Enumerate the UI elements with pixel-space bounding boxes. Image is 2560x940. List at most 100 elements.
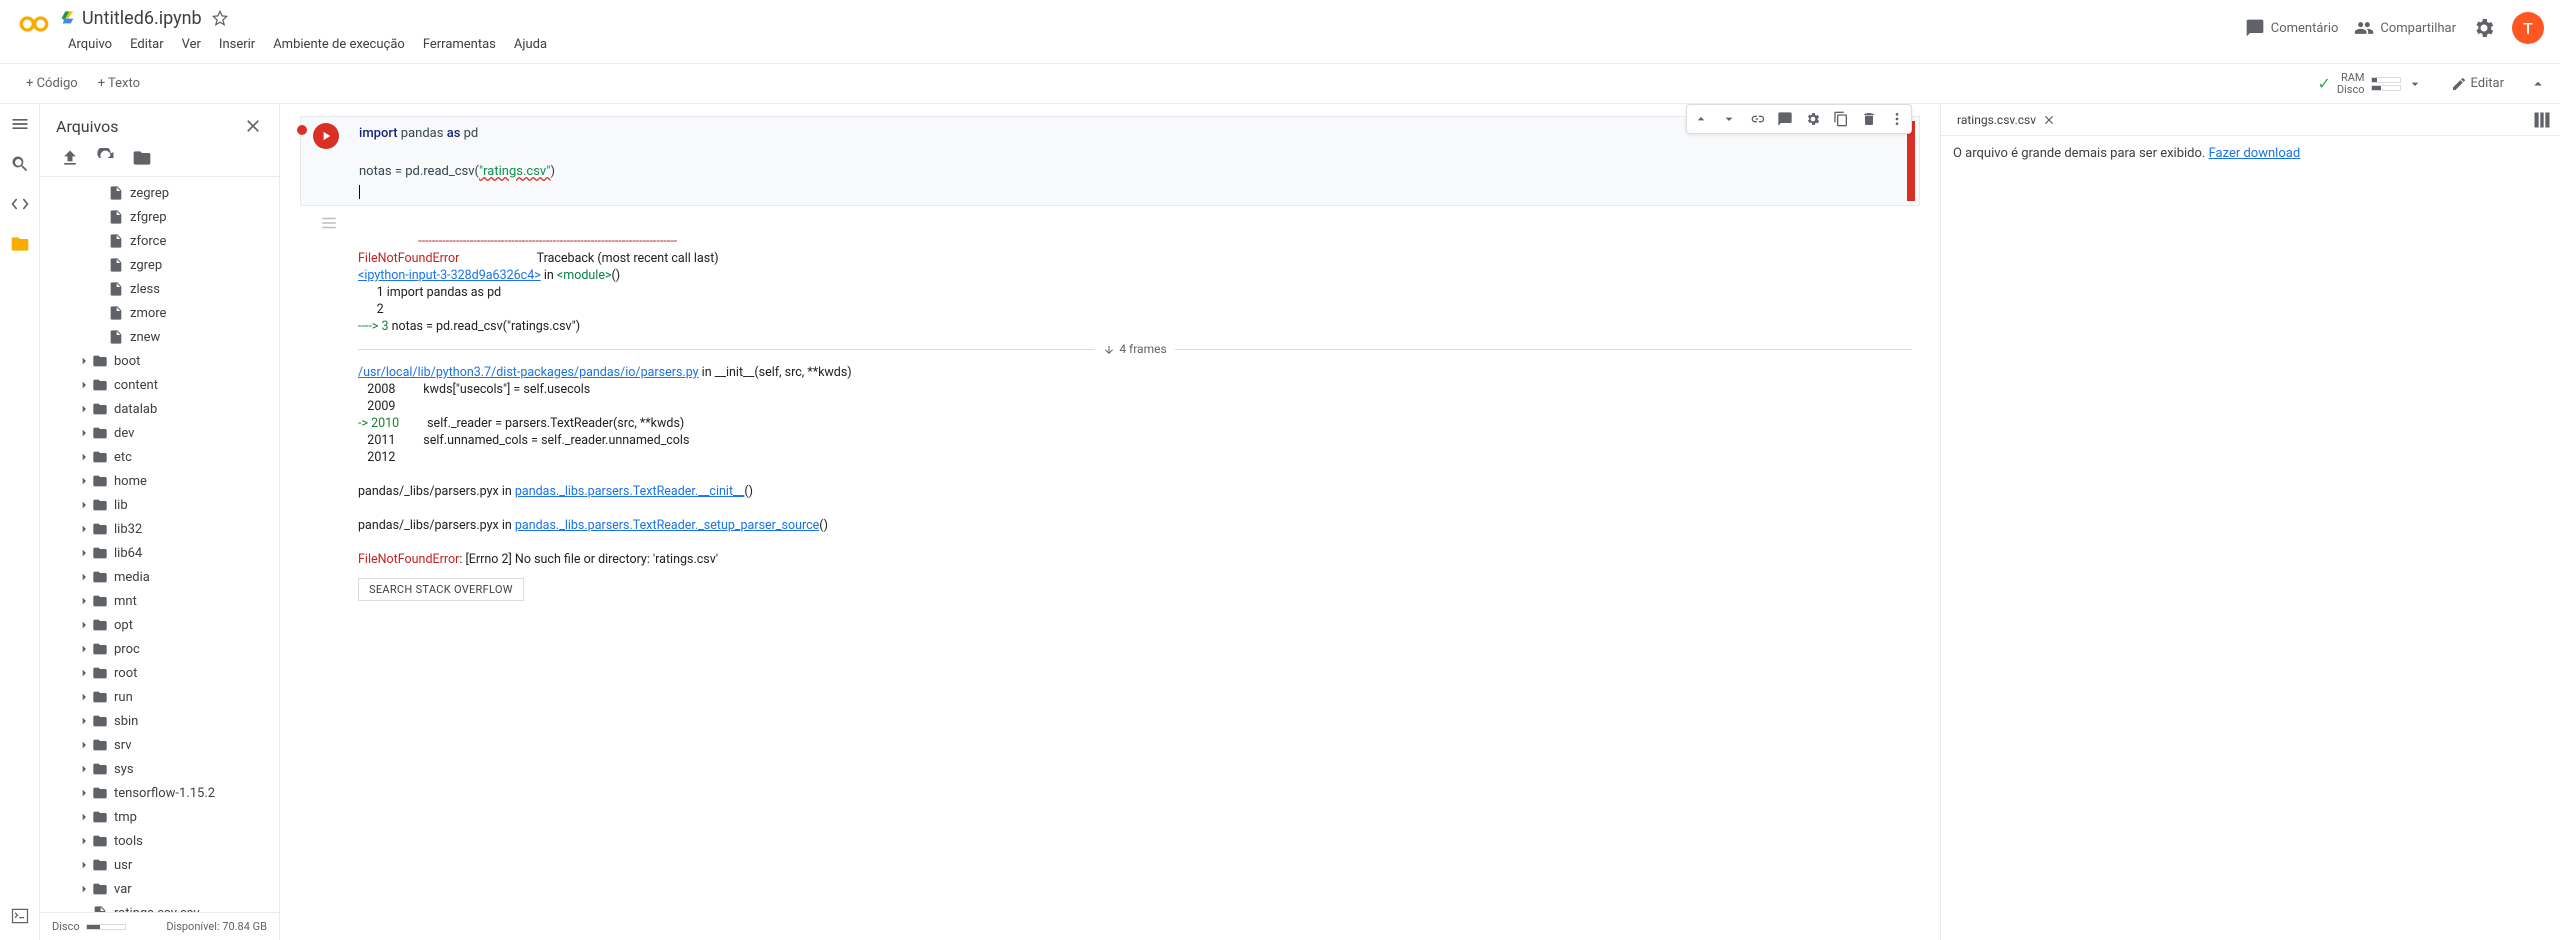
close-icon[interactable] bbox=[243, 116, 263, 136]
edit-button[interactable]: Editar bbox=[2439, 72, 2517, 96]
tree-file[interactable]: zmore bbox=[40, 301, 279, 325]
upload-icon[interactable] bbox=[60, 148, 80, 168]
toolbar: + Código + Texto ✓ RAM Disco Editar bbox=[0, 64, 2560, 104]
tree-folder[interactable]: run bbox=[40, 685, 279, 709]
left-rail bbox=[0, 104, 40, 940]
ram-bars bbox=[2371, 77, 2401, 91]
right-panel: ratings.csv.csv O arquivo é grande demai… bbox=[1940, 104, 2560, 940]
move-down-icon[interactable] bbox=[1715, 105, 1743, 133]
star-icon[interactable] bbox=[210, 8, 230, 28]
tree-folder[interactable]: tensorflow-1.15.2 bbox=[40, 781, 279, 805]
more-cell-icon[interactable] bbox=[1883, 105, 1911, 133]
avatar[interactable]: T bbox=[2512, 12, 2544, 44]
tree-folder[interactable]: etc bbox=[40, 445, 279, 469]
terminal-icon[interactable] bbox=[8, 904, 32, 928]
tree-file[interactable]: zless bbox=[40, 277, 279, 301]
menu-ajuda[interactable]: Ajuda bbox=[506, 35, 555, 54]
mirror-cell-icon[interactable] bbox=[1827, 105, 1855, 133]
toc-icon[interactable] bbox=[8, 112, 32, 136]
code-editor[interactable]: import pandas as pd notas = pd.read_csv(… bbox=[351, 117, 1907, 205]
tree-file[interactable]: zegrep bbox=[40, 181, 279, 205]
colab-logo[interactable] bbox=[16, 6, 52, 42]
toolbar-right: ✓ RAM Disco Editar bbox=[2309, 68, 2552, 100]
file-preview-tab[interactable]: ratings.csv.csv bbox=[1949, 109, 2064, 131]
header: Untitled6.ipynb Arquivo Editar Ver Inser… bbox=[0, 0, 2560, 64]
mount-drive-icon[interactable] bbox=[132, 148, 152, 168]
move-up-icon[interactable] bbox=[1687, 105, 1715, 133]
file-too-large-msg: O arquivo é grande demais para ser exibi… bbox=[1953, 146, 2209, 161]
add-code-button[interactable]: + Código bbox=[16, 72, 88, 95]
tree-folder[interactable]: media bbox=[40, 565, 279, 589]
tree-folder[interactable]: boot bbox=[40, 349, 279, 373]
menu-editar[interactable]: Editar bbox=[122, 35, 172, 54]
run-button[interactable] bbox=[313, 123, 339, 149]
document-title[interactable]: Untitled6.ipynb bbox=[82, 8, 202, 29]
tree-folder[interactable]: tools bbox=[40, 829, 279, 853]
tab-label: ratings.csv.csv bbox=[1957, 113, 2036, 127]
comment-cell-icon[interactable] bbox=[1771, 105, 1799, 133]
files-footer: Disco Disponível: 70.84 GB bbox=[40, 912, 279, 940]
notebook[interactable]: import pandas as pd notas = pd.read_csv(… bbox=[280, 104, 1940, 940]
delete-cell-icon[interactable] bbox=[1855, 105, 1883, 133]
tree-folder[interactable]: lib64 bbox=[40, 541, 279, 565]
link-icon[interactable] bbox=[1743, 105, 1771, 133]
parsers-link[interactable]: /usr/local/lib/python3.7/dist-packages/p… bbox=[358, 365, 699, 380]
add-text-button[interactable]: + Texto bbox=[88, 72, 150, 95]
main: Arquivos zegrepzfgrepzforcezgrepzlesszmo… bbox=[0, 104, 2560, 940]
tree-folder[interactable]: sys bbox=[40, 757, 279, 781]
files-title: Arquivos bbox=[56, 117, 119, 136]
menubar: Arquivo Editar Ver Inserir Ambiente de e… bbox=[60, 32, 2245, 56]
search-icon[interactable] bbox=[8, 152, 32, 176]
menu-inserir[interactable]: Inserir bbox=[211, 35, 263, 54]
disk-label: Disco bbox=[52, 920, 80, 933]
comment-button[interactable]: Comentário bbox=[2245, 18, 2339, 38]
menu-ferramentas[interactable]: Ferramentas bbox=[415, 35, 504, 54]
menu-arquivo[interactable]: Arquivo bbox=[60, 35, 120, 54]
ram-disk-indicator[interactable]: ✓ RAM Disco bbox=[2309, 68, 2430, 100]
close-icon[interactable] bbox=[2042, 113, 2056, 127]
tree-folder[interactable]: dev bbox=[40, 421, 279, 445]
tree-folder[interactable]: datalab bbox=[40, 397, 279, 421]
ipython-link[interactable]: <ipython-input-3-328d9a6326c4> bbox=[358, 268, 541, 283]
tree-folder[interactable]: usr bbox=[40, 853, 279, 877]
tree-folder[interactable]: proc bbox=[40, 637, 279, 661]
tree-file[interactable]: zfgrep bbox=[40, 205, 279, 229]
files-icon[interactable] bbox=[8, 232, 32, 256]
output-toggle-icon[interactable] bbox=[320, 214, 338, 232]
tree-file[interactable]: zforce bbox=[40, 229, 279, 253]
tree-folder[interactable]: opt bbox=[40, 613, 279, 637]
settings-cell-icon[interactable] bbox=[1799, 105, 1827, 133]
tree-file[interactable]: ratings.csv.csv bbox=[40, 901, 279, 912]
avatar-initial: T bbox=[2523, 19, 2533, 38]
tree-folder[interactable]: lib32 bbox=[40, 517, 279, 541]
collapse-button[interactable] bbox=[2524, 70, 2552, 98]
refresh-icon[interactable] bbox=[96, 148, 116, 168]
tree-folder[interactable]: mnt bbox=[40, 589, 279, 613]
menu-runtime[interactable]: Ambiente de execução bbox=[265, 35, 413, 54]
tree-folder[interactable]: tmp bbox=[40, 805, 279, 829]
code-area[interactable]: import pandas as pd notas = pd.read_csv(… bbox=[300, 116, 1920, 206]
toolbar-left: + Código + Texto bbox=[16, 72, 150, 95]
file-tree[interactable]: zegrepzfgrepzforcezgrepzlesszmoreznewboo… bbox=[40, 177, 279, 912]
output-area: ----------------------------------------… bbox=[350, 206, 1920, 628]
title-row: Untitled6.ipynb bbox=[60, 4, 2245, 32]
gear-icon[interactable] bbox=[2472, 16, 2496, 40]
tree-folder[interactable]: home bbox=[40, 469, 279, 493]
share-button[interactable]: Compartilhar bbox=[2354, 18, 2456, 38]
tree-file[interactable]: zgrep bbox=[40, 253, 279, 277]
tree-folder[interactable]: root bbox=[40, 661, 279, 685]
code-cell: import pandas as pd notas = pd.read_csv(… bbox=[300, 116, 1920, 628]
tree-folder[interactable]: sbin bbox=[40, 709, 279, 733]
snippets-icon[interactable] bbox=[8, 192, 32, 216]
tree-folder[interactable]: content bbox=[40, 373, 279, 397]
tree-file[interactable]: znew bbox=[40, 325, 279, 349]
search-stackoverflow-button[interactable]: SEARCH STACK OVERFLOW bbox=[358, 578, 524, 601]
tree-folder[interactable]: var bbox=[40, 877, 279, 901]
menu-ver[interactable]: Ver bbox=[174, 35, 209, 54]
column-view-icon[interactable] bbox=[2532, 110, 2552, 130]
download-link[interactable]: Fazer download bbox=[2209, 146, 2301, 161]
frames-separator[interactable]: 4 frames bbox=[358, 341, 1912, 358]
tree-folder[interactable]: srv bbox=[40, 733, 279, 757]
disk-available: Disponível: 70.84 GB bbox=[166, 920, 267, 933]
tree-folder[interactable]: lib bbox=[40, 493, 279, 517]
